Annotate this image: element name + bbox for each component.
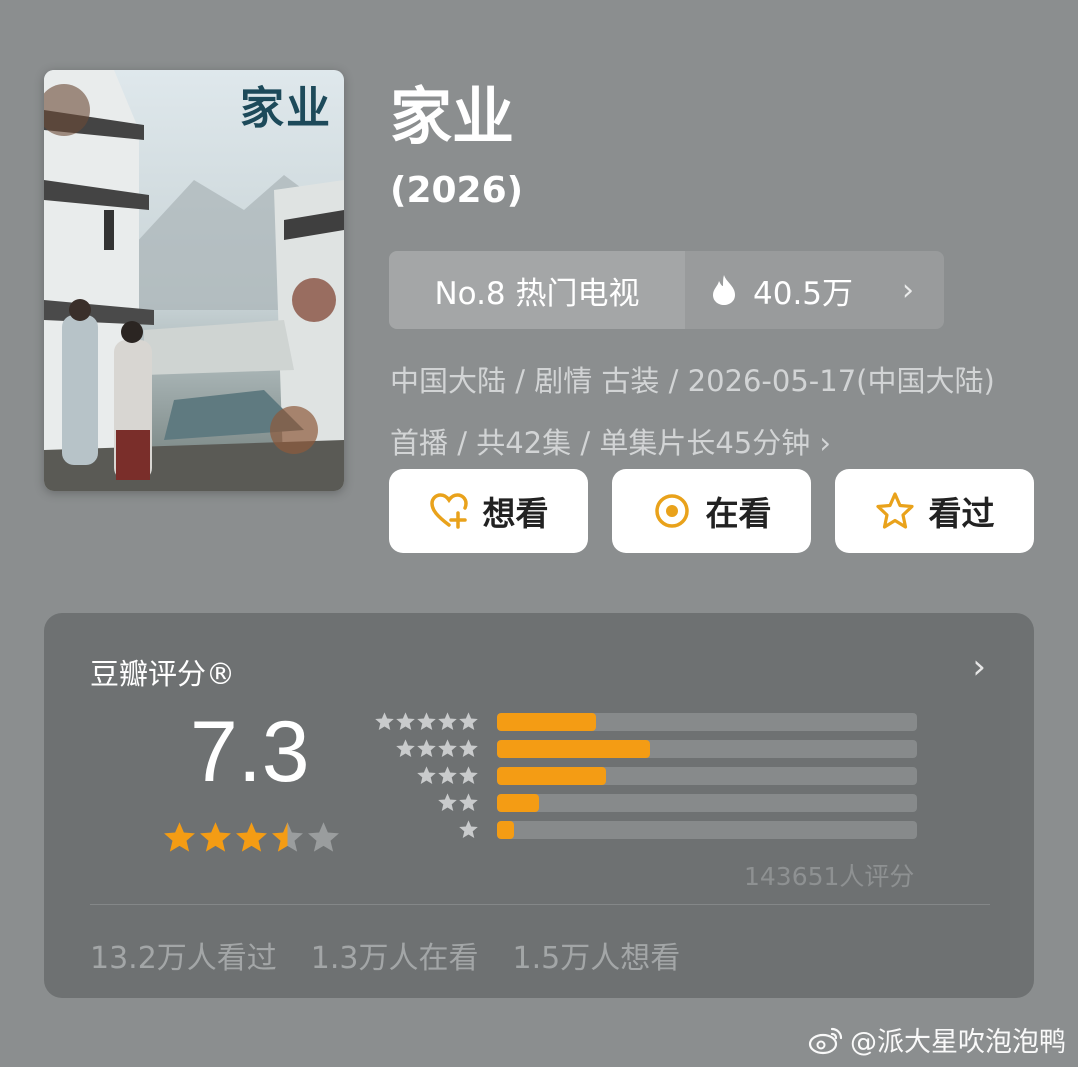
rating-bar-track — [497, 740, 917, 758]
rating-stars — [162, 820, 341, 855]
star-icon — [200, 822, 231, 852]
watermark: @派大星吹泡泡鸭 — [808, 1020, 1066, 1059]
heart-plus-icon — [429, 493, 468, 529]
small-star-icon — [396, 739, 415, 757]
small-star-icon — [459, 712, 478, 730]
small-star-icon — [459, 739, 478, 757]
rank-label[interactable]: No.8 热门电视 — [389, 251, 685, 329]
watching-count: 1.3万人在看 — [310, 941, 479, 976]
small-star-icon — [375, 712, 394, 730]
star-icon — [164, 822, 195, 852]
heat-value: 40.5万 — [753, 275, 854, 312]
small-star-icon — [438, 712, 457, 730]
rating-bar-fill — [497, 767, 607, 785]
weibo-icon — [808, 1027, 843, 1054]
watching-button[interactable]: 在看 — [612, 469, 811, 553]
show-meta-info[interactable]: 中国大陆 / 剧情 古装 / 2026-05-17(中国大陆)首播 / 共42集… — [390, 350, 1020, 474]
small-star-icon — [417, 712, 436, 730]
want-to-watch-button[interactable]: 想看 — [389, 469, 588, 553]
poster-image[interactable]: 家业 — [44, 70, 344, 491]
rating-bar-track — [497, 713, 917, 731]
star-icon — [236, 822, 267, 852]
rating-bar-fill — [497, 740, 651, 758]
star-icon — [308, 822, 339, 852]
want-count: 1.5万人想看 — [512, 941, 681, 976]
rank-bar[interactable]: No.8 热门电视 40.5万 › — [389, 251, 944, 329]
rating-bar-fill — [497, 821, 514, 839]
rating-card-title: 豆瓣评分® — [90, 657, 236, 691]
small-star-icon — [417, 739, 436, 757]
small-star-icon — [459, 820, 478, 838]
small-star-icon — [459, 766, 478, 784]
small-star-icon — [396, 712, 415, 730]
watched-count: 13.2万人看过 — [90, 941, 277, 976]
rating-count: 143651人评分 — [744, 862, 915, 891]
star-outline-icon — [875, 492, 914, 529]
watching-label: 在看 — [705, 494, 772, 533]
small-star-icon — [459, 793, 478, 811]
rating-bar-fill — [497, 713, 596, 731]
chevron-right-icon[interactable]: › — [972, 647, 986, 687]
target-icon — [654, 494, 689, 528]
small-star-icon — [438, 739, 457, 757]
rating-card[interactable]: 豆瓣评分® › 7.3 143651人评分 13.2万人看过 1.3万人在看 1… — [44, 613, 1034, 998]
show-year: (2026) — [390, 170, 524, 211]
rating-bar-fill — [497, 794, 539, 812]
small-star-icon — [438, 766, 457, 784]
poster-title-text: 家业 — [240, 83, 332, 134]
rating-bar-track — [497, 821, 917, 839]
watch-stats: 13.2万人看过 1.3万人在看 1.5万人想看 — [90, 933, 680, 977]
divider — [90, 904, 990, 905]
watermark-text: @派大星吹泡泡鸭 — [850, 1027, 1066, 1058]
star-icon — [272, 822, 303, 852]
small-star-icon — [438, 793, 457, 811]
rating-bar-track — [497, 767, 917, 785]
small-star-icon — [417, 766, 436, 784]
watched-label: 看过 — [928, 494, 995, 533]
rating-bar-track — [497, 794, 917, 812]
flame-icon — [713, 275, 735, 305]
chevron-right-icon: › — [902, 272, 914, 308]
want-to-watch-label: 想看 — [482, 494, 549, 533]
rating-score: 7.3 — [190, 704, 310, 800]
show-title: 家业 — [390, 80, 515, 153]
heat-section[interactable]: 40.5万 › — [685, 251, 944, 329]
watched-button[interactable]: 看过 — [835, 469, 1034, 553]
